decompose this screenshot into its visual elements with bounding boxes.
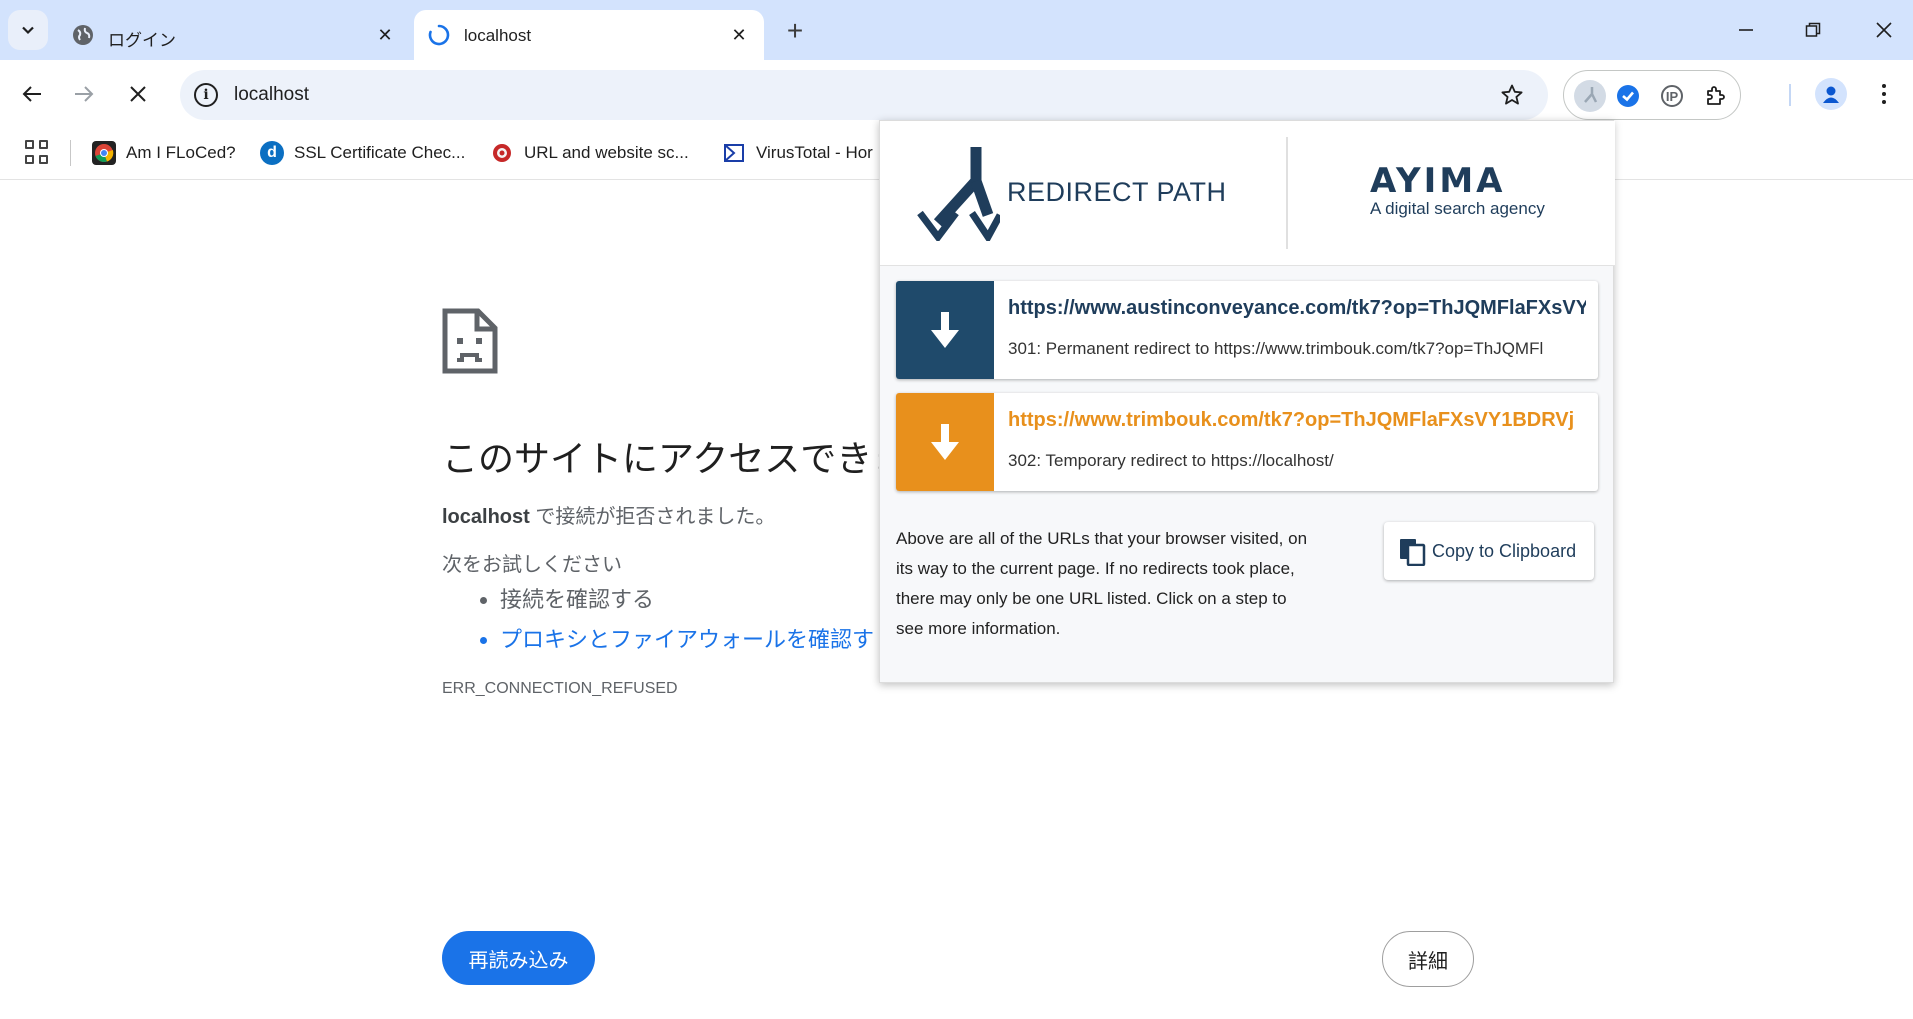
step-url[interactable]: https://www.austinconveyance.com/tk7?op=… bbox=[1008, 297, 1586, 320]
arrow-left-icon bbox=[22, 86, 41, 102]
bookmark-label: VirusTotal - Hor bbox=[756, 143, 873, 162]
header-divider bbox=[1286, 137, 1288, 249]
suggestion-check-proxy-link[interactable]: プロキシとファイアウォールを確認す bbox=[500, 622, 874, 654]
suggestion-list: 接続を確認する プロキシとファイアウォールを確認す bbox=[500, 582, 874, 662]
minimize-button[interactable] bbox=[1726, 12, 1766, 48]
address-bar[interactable]: i localhost bbox=[180, 70, 1548, 120]
stop-loading-button[interactable] bbox=[118, 74, 158, 114]
redirect-step[interactable]: https://www.trimbouk.com/tk7?op=ThJQMFla… bbox=[896, 393, 1598, 491]
tab-title: ログイン bbox=[108, 31, 176, 50]
tab-localhost[interactable]: localhost ✕ bbox=[414, 10, 764, 60]
error-host: localhost bbox=[442, 506, 530, 528]
profile-avatar-icon[interactable] bbox=[1815, 78, 1847, 110]
new-tab-button[interactable]: + bbox=[780, 15, 810, 46]
globe-icon bbox=[72, 24, 94, 46]
popup-title: REDIRECT PATH bbox=[1007, 177, 1227, 207]
bookmark-star-icon[interactable] bbox=[1498, 81, 1526, 109]
puzzle-icon[interactable] bbox=[1700, 80, 1732, 112]
tab-search-button[interactable] bbox=[8, 10, 48, 50]
close-window-button[interactable] bbox=[1864, 12, 1904, 48]
arrow-right-icon bbox=[75, 86, 94, 102]
step-arrow-box bbox=[896, 393, 994, 491]
redirect-path-popup: REDIRECT PATH AYIMA A digital search age… bbox=[879, 120, 1615, 683]
bookmark-virustotal[interactable]: VirusTotal - Hor bbox=[722, 140, 873, 166]
clipboard-icon bbox=[1400, 539, 1426, 566]
reload-button[interactable]: 再読み込み bbox=[442, 931, 595, 985]
kebab-menu-icon[interactable] bbox=[1872, 78, 1896, 110]
redirect-step[interactable]: https://www.austinconveyance.com/tk7?op=… bbox=[896, 281, 1598, 379]
close-icon bbox=[130, 86, 146, 102]
try-label: 次をお試しください bbox=[442, 554, 622, 576]
tab-strip: ログイン ✕ localhost ✕ + bbox=[0, 0, 1913, 60]
close-icon bbox=[1876, 22, 1892, 38]
tab-close-icon[interactable]: ✕ bbox=[374, 24, 396, 46]
bookmark-label: Am I FLoCed? bbox=[126, 143, 236, 162]
bookmark-label: URL and website sc... bbox=[524, 143, 689, 162]
checkmark-extension-icon[interactable] bbox=[1612, 80, 1644, 112]
redirect-path-extension-icon[interactable] bbox=[1574, 80, 1606, 112]
arrow-down-icon bbox=[931, 312, 959, 348]
tab-title: localhost bbox=[464, 26, 532, 45]
toolbar: i localhost IP bbox=[0, 60, 1913, 128]
ayima-logo[interactable]: AYIMA bbox=[1370, 161, 1505, 201]
copy-label: Copy to Clipboard bbox=[1432, 540, 1577, 561]
minimize-icon bbox=[1739, 29, 1753, 31]
tab-login[interactable]: ログイン ✕ bbox=[58, 10, 410, 60]
bookmark-label: SSL Certificate Chec... bbox=[294, 143, 466, 162]
virustotal-logo-icon bbox=[722, 141, 746, 165]
chrome-logo-icon bbox=[92, 141, 116, 165]
restore-button[interactable] bbox=[1793, 12, 1833, 48]
details-button[interactable]: 詳細 bbox=[1382, 931, 1474, 987]
step-url[interactable]: https://www.trimbouk.com/tk7?op=ThJQMFla… bbox=[1008, 409, 1586, 432]
digicert-logo-icon: d bbox=[260, 141, 284, 165]
error-message: localhost で接続が拒否されました。 bbox=[442, 500, 775, 529]
address-url[interactable]: localhost bbox=[234, 84, 309, 106]
step-arrow-box bbox=[896, 281, 994, 379]
tab-close-icon[interactable]: ✕ bbox=[728, 24, 750, 46]
toolbar-divider bbox=[1789, 84, 1791, 106]
chevron-down-icon bbox=[22, 26, 34, 35]
step-status: 301: Permanent redirect to https://www.t… bbox=[1008, 339, 1544, 358]
redirect-path-logo-icon bbox=[917, 147, 1000, 241]
site-info-icon[interactable]: i bbox=[194, 83, 218, 107]
copy-to-clipboard-button[interactable]: Copy to Clipboard bbox=[1384, 522, 1594, 580]
step-status: 302: Temporary redirect to https://local… bbox=[1008, 451, 1334, 470]
bookmark-am-i-floced[interactable]: Am I FLoCed? bbox=[92, 140, 236, 166]
bookmark-ssl-checker[interactable]: d SSL Certificate Chec... bbox=[260, 140, 465, 166]
suggestion-check-connection: 接続を確認する bbox=[500, 582, 874, 614]
bookmark-url-scanner[interactable]: URL and website sc... bbox=[490, 140, 689, 166]
error-refused-text: で接続が拒否されました。 bbox=[529, 506, 776, 528]
error-code: ERR_CONNECTION_REFUSED bbox=[442, 680, 678, 697]
popup-description: Above are all of the URLs that your brow… bbox=[896, 529, 1308, 638]
apps-grid-icon[interactable] bbox=[25, 140, 49, 164]
forward-button[interactable] bbox=[64, 74, 104, 114]
back-button[interactable] bbox=[12, 74, 52, 114]
popup-header: REDIRECT PATH AYIMA A digital search age… bbox=[880, 121, 1615, 266]
extensions-area: IP bbox=[1563, 70, 1741, 120]
urlscan-logo-icon bbox=[490, 141, 514, 165]
ayima-tagline: A digital search agency bbox=[1370, 199, 1545, 218]
error-heading: このサイトにアクセスできま bbox=[442, 438, 909, 479]
restore-icon bbox=[1805, 22, 1821, 37]
loading-spinner-icon bbox=[428, 24, 450, 46]
ip-label: IP bbox=[1661, 85, 1683, 107]
bookmarks-divider bbox=[70, 140, 71, 166]
arrow-down-icon bbox=[931, 424, 959, 460]
ip-lookup-extension-icon[interactable]: IP bbox=[1656, 80, 1688, 112]
sad-document-icon bbox=[442, 308, 498, 374]
